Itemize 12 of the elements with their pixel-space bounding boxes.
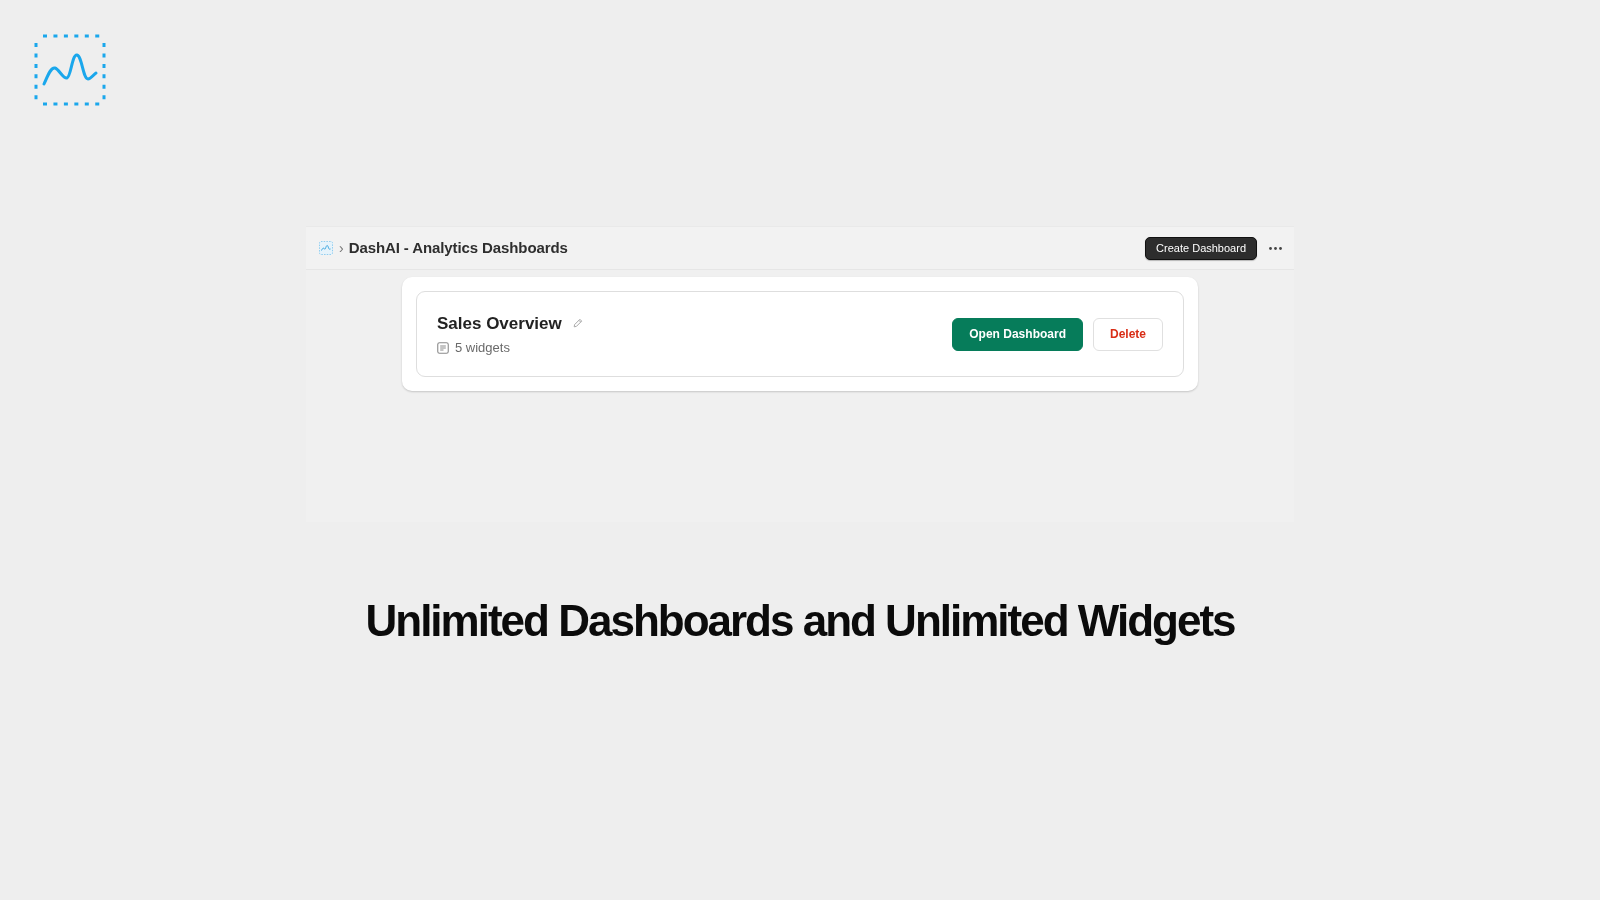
- wave-chart-icon: [319, 241, 333, 255]
- create-dashboard-button[interactable]: Create Dashboard: [1145, 236, 1257, 260]
- dashboard-title: Sales Overview: [437, 312, 562, 334]
- widget-count: 5 widgets: [455, 339, 510, 356]
- headline: Unlimited Dashboards and Unlimited Widgets: [365, 595, 1235, 647]
- more-icon[interactable]: [1269, 246, 1282, 250]
- delete-button[interactable]: Delete: [1092, 317, 1163, 351]
- logo-icon: [34, 34, 106, 106]
- breadcrumb-title: DashAI - Analytics Dashboards: [348, 238, 568, 258]
- document-icon: [437, 341, 449, 354]
- open-dashboard-button[interactable]: Open Dashboard: [952, 317, 1083, 351]
- breadcrumb-separator: ›: [339, 239, 344, 257]
